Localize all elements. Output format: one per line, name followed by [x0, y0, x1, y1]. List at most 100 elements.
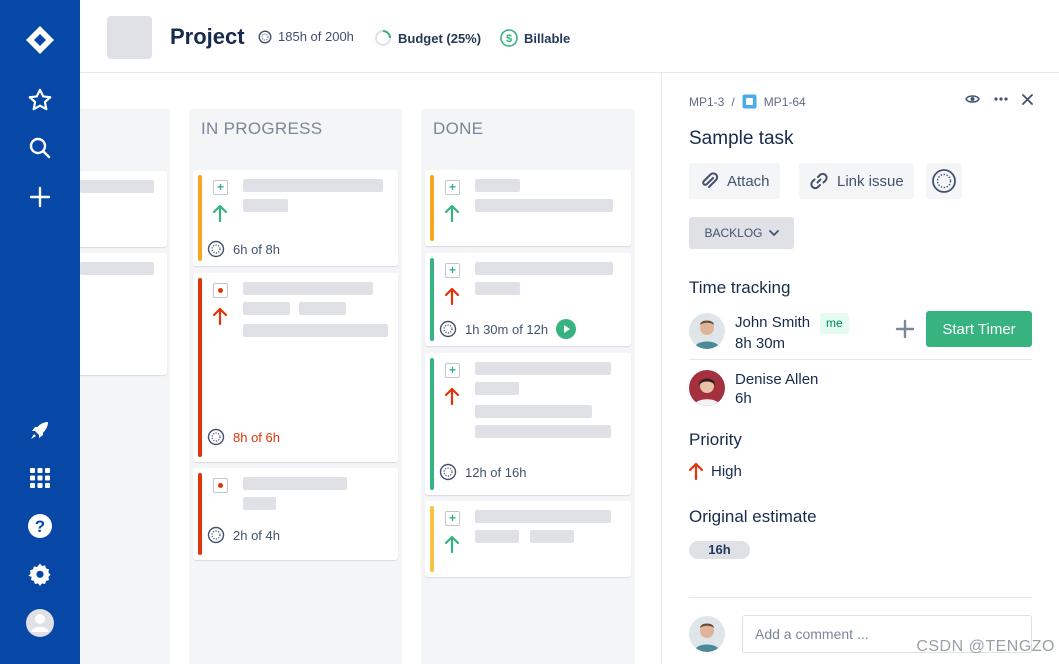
- rocket-icon[interactable]: [20, 410, 60, 450]
- stopwatch-icon: [932, 169, 956, 193]
- card-stripe: [198, 175, 202, 261]
- board-column-done: DONE + + 1h 30m of 12h + 12h of 16h +: [421, 109, 635, 664]
- breadcrumb-separator: /: [731, 94, 735, 109]
- card-placeholder: [243, 477, 347, 490]
- watch-eye-icon[interactable]: [965, 93, 980, 105]
- card-stripe: [430, 175, 434, 241]
- card[interactable]: +: [425, 501, 631, 577]
- user-name: Denise Allen: [735, 371, 819, 388]
- search-icon[interactable]: [20, 128, 60, 168]
- link-icon: [810, 172, 828, 190]
- dollar-icon: $: [500, 29, 518, 47]
- user-avatar-icon[interactable]: [20, 603, 60, 643]
- status-dropdown[interactable]: BACKLOG: [689, 217, 794, 249]
- card-placeholder: [475, 262, 613, 275]
- card-placeholder: [475, 530, 519, 543]
- billable-stat: $ Billable: [500, 29, 570, 47]
- priority-heading: Priority: [689, 430, 742, 449]
- priority-value: High: [711, 462, 742, 480]
- attach-button[interactable]: Attach: [689, 163, 780, 199]
- svg-text:?: ?: [35, 517, 45, 536]
- priority-up-red-icon: [444, 287, 460, 306]
- board-column-in-progress: IN PROGRESS + 6h of 8h 8h of 6h 2h of 4h: [189, 109, 402, 664]
- card-stripe: [430, 258, 434, 341]
- avatar-denise: [689, 370, 725, 406]
- budget-ring-icon: [375, 30, 391, 46]
- estimate-label: 8h of 6h: [233, 429, 280, 445]
- card-placeholder: [243, 199, 288, 212]
- budget-stat-label: Budget (25%): [398, 30, 482, 46]
- priority-up-red-icon: [444, 387, 460, 406]
- link-issue-button[interactable]: Link issue: [799, 163, 914, 199]
- card-placeholder: [243, 324, 388, 337]
- time-stat-label: 185h of 200h: [278, 29, 354, 44]
- card-placeholder: [243, 179, 383, 192]
- card[interactable]: [80, 253, 167, 375]
- panel-toolbar: [965, 93, 1033, 105]
- card-estimate: 12h of 16h: [439, 463, 526, 481]
- priority-up-red-icon: [212, 307, 228, 326]
- divider: [689, 359, 1032, 360]
- app-switcher-icon[interactable]: [20, 458, 60, 498]
- story-type-icon: +: [445, 363, 460, 378]
- user-time: 8h 30m: [735, 335, 786, 352]
- card-placeholder: [475, 425, 611, 438]
- card[interactable]: + 12h of 16h: [425, 353, 631, 495]
- more-actions-icon[interactable]: [994, 97, 1008, 101]
- card[interactable]: +: [425, 170, 631, 246]
- create-plus-icon[interactable]: [20, 177, 60, 217]
- priority-up-green-icon: [444, 204, 460, 223]
- card-estimate: 8h of 6h: [207, 428, 280, 446]
- stopwatch-icon: [439, 320, 457, 338]
- card-placeholder: [243, 302, 290, 315]
- card-stripe: [198, 473, 202, 555]
- add-time-plus-icon[interactable]: [894, 318, 916, 340]
- estimate-label: 12h of 16h: [465, 464, 527, 480]
- original-estimate-heading: Original estimate: [689, 507, 817, 526]
- help-icon[interactable]: ?: [20, 506, 60, 546]
- stopwatch-icon: [258, 29, 272, 44]
- billable-stat-label: Billable: [524, 30, 571, 46]
- global-nav: ?: [0, 0, 80, 664]
- priority-field[interactable]: High: [689, 462, 742, 480]
- close-icon[interactable]: [1022, 93, 1033, 105]
- issue-detail-panel: MP1-3 / MP1-64 Sample task Attach Link i…: [661, 73, 1059, 664]
- card[interactable]: 8h of 6h: [193, 273, 398, 462]
- stopwatch-icon: [207, 240, 225, 258]
- user-name: John Smith: [735, 314, 811, 331]
- breadcrumb-issue[interactable]: MP1-64: [764, 95, 806, 109]
- card[interactable]: [80, 171, 167, 247]
- issue-title[interactable]: Sample task: [689, 128, 794, 150]
- breadcrumb-parent[interactable]: MP1-3: [689, 95, 724, 109]
- original-estimate-value[interactable]: 16h: [689, 541, 750, 559]
- play-timer-icon[interactable]: [556, 319, 577, 339]
- jira-logo-icon[interactable]: [20, 20, 60, 60]
- story-type-icon: +: [445, 511, 460, 526]
- commenter-avatar: [689, 616, 725, 652]
- card-placeholder: [530, 530, 574, 543]
- board-column-partial: [80, 109, 170, 664]
- card[interactable]: + 6h of 8h: [193, 170, 398, 266]
- start-timer-button[interactable]: Start Timer: [926, 311, 1032, 347]
- card[interactable]: 2h of 4h: [193, 468, 398, 560]
- bug-type-icon: [213, 478, 228, 493]
- story-type-icon: +: [445, 263, 460, 278]
- chevron-down-icon: [768, 229, 779, 236]
- card-placeholder: [475, 510, 611, 523]
- estimate-label: 1h 30m of 12h: [465, 321, 549, 337]
- card-placeholder: [243, 497, 276, 510]
- column-title: IN PROGRESS: [201, 119, 323, 138]
- card-placeholder: [475, 199, 613, 212]
- priority-up-green-icon: [212, 204, 228, 223]
- card-placeholder: [80, 180, 154, 193]
- card-estimate: 6h of 8h: [207, 240, 280, 258]
- kanban-board: IN PROGRESS + 6h of 8h 8h of 6h 2h of 4h…: [80, 73, 661, 664]
- column-title: DONE: [433, 119, 484, 138]
- card-estimate: 1h 30m of 12h: [439, 319, 577, 339]
- estimate-label: 2h of 4h: [233, 527, 280, 543]
- budget-stat: Budget (25%): [374, 29, 481, 47]
- star-icon[interactable]: [20, 80, 60, 120]
- card[interactable]: + 1h 30m of 12h: [425, 253, 631, 346]
- time-tracking-button[interactable]: [926, 163, 962, 199]
- settings-gear-icon[interactable]: [20, 554, 60, 594]
